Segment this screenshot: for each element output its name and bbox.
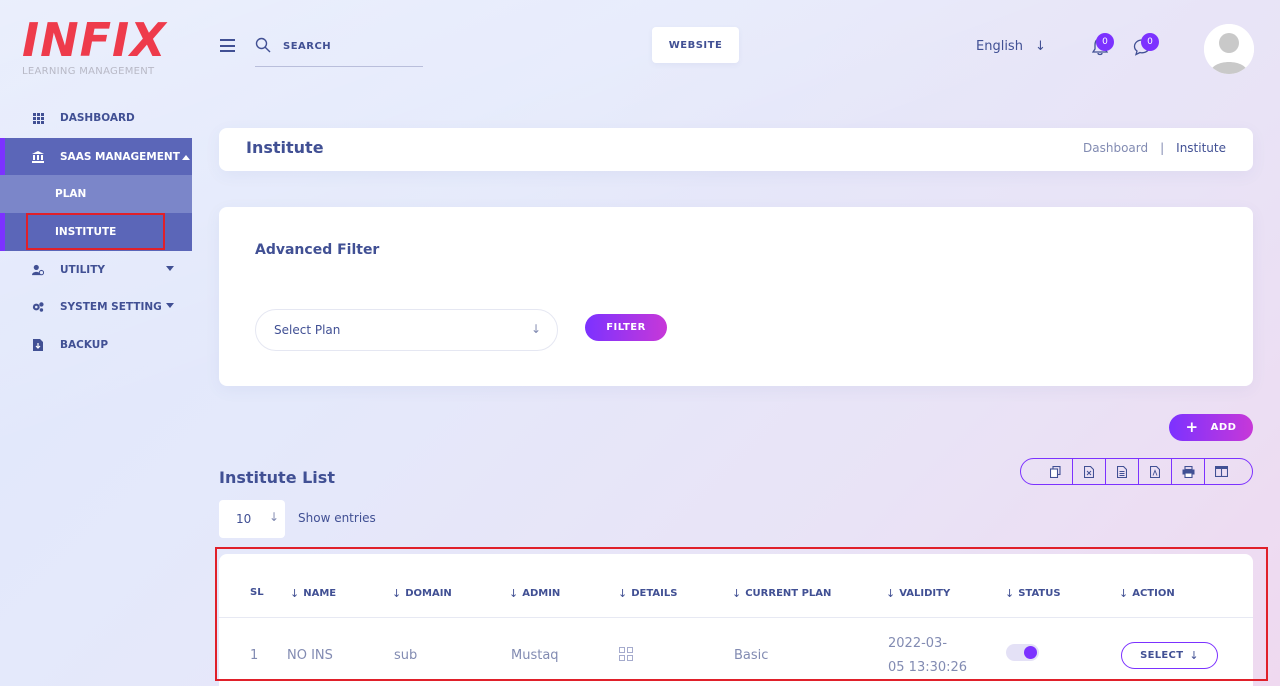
sidebar-item-utility[interactable]: UTILITY	[0, 251, 192, 289]
arrow-down-icon: ↓	[530, 322, 541, 336]
columns-icon[interactable]	[1204, 459, 1237, 484]
caret-down-icon	[166, 266, 174, 271]
sidebar-item-label: SYSTEM SETTING	[60, 301, 162, 313]
copy-icon[interactable]	[1039, 459, 1072, 484]
add-button-label: ADD	[1210, 422, 1237, 433]
plan-select[interactable]: Select Plan ↓	[255, 309, 558, 351]
avatar[interactable]	[1204, 24, 1254, 74]
page-title: Institute	[246, 138, 324, 157]
csv-file-icon[interactable]	[1105, 459, 1138, 484]
plan-select-placeholder: Select Plan	[274, 323, 341, 337]
print-icon[interactable]	[1171, 459, 1204, 484]
users-icon	[32, 264, 44, 276]
sidebar-item-label: SAAS MANAGEMENT	[60, 151, 180, 163]
entries-value: 10	[236, 512, 252, 526]
logo-sub-text: LEARNING MANAGEMENT	[22, 66, 155, 77]
breadcrumb: Dashboard | Institute	[1083, 141, 1226, 155]
menu-toggle-icon[interactable]	[220, 39, 235, 52]
list-title: Institute List	[219, 468, 335, 487]
caret-down-icon	[166, 303, 174, 308]
highlight-box-table	[215, 547, 1268, 681]
logo[interactable]: INFIX LEARNING MANAGEMENT	[22, 16, 172, 82]
search-icon	[255, 37, 271, 53]
notification-badge: 0	[1096, 33, 1114, 51]
sidebar-item-label: PLAN	[55, 188, 87, 200]
export-button-group	[1020, 458, 1253, 485]
entries-label: Show entries	[298, 511, 376, 525]
caret-up-icon	[181, 154, 190, 160]
filter-card	[219, 207, 1253, 386]
sidebar-item-backup[interactable]: BACKUP	[0, 326, 192, 364]
add-button[interactable]: + ADD	[1169, 414, 1253, 441]
sidebar: INFIX LEARNING MANAGEMENT DASHBOARD SAAS…	[0, 0, 192, 686]
dashboard-grid-icon	[32, 112, 44, 124]
gears-icon	[32, 301, 44, 313]
website-button[interactable]: WEBSITE	[652, 27, 739, 63]
sidebar-item-system-setting[interactable]: SYSTEM SETTING	[0, 288, 192, 326]
excel-file-icon[interactable]	[1072, 459, 1105, 484]
sidebar-item-label: UTILITY	[60, 264, 105, 276]
entries-select[interactable]: 10 ↓	[219, 500, 285, 538]
breadcrumb-current: Institute	[1176, 141, 1226, 155]
language-label: English	[976, 39, 1023, 54]
highlight-box-institute	[26, 213, 165, 250]
sidebar-item-label: DASHBOARD	[60, 112, 135, 124]
pdf-file-icon[interactable]	[1138, 459, 1171, 484]
sidebar-item-label: BACKUP	[60, 339, 109, 351]
file-download-icon	[32, 339, 44, 351]
filter-title: Advanced Filter	[255, 242, 380, 258]
bank-icon	[32, 151, 44, 163]
sidebar-item-saas-management[interactable]: SAAS MANAGEMENT	[0, 138, 192, 176]
search-placeholder: SEARCH	[283, 40, 332, 52]
arrow-down-icon: ↓	[268, 510, 279, 524]
plus-icon: +	[1185, 418, 1199, 436]
breadcrumb-link-dashboard[interactable]: Dashboard	[1083, 141, 1148, 155]
breadcrumb-separator: |	[1160, 141, 1165, 155]
sidebar-subitem-plan[interactable]: PLAN	[0, 175, 192, 213]
filter-button[interactable]: FILTER	[585, 314, 667, 341]
message-badge: 0	[1141, 33, 1159, 51]
language-select[interactable]: English ↓	[976, 39, 1046, 54]
logo-main-text: INFIX	[22, 13, 167, 67]
search-input[interactable]: SEARCH	[255, 34, 423, 67]
sidebar-item-dashboard[interactable]: DASHBOARD	[0, 99, 192, 137]
arrow-down-icon: ↓	[1034, 39, 1046, 54]
